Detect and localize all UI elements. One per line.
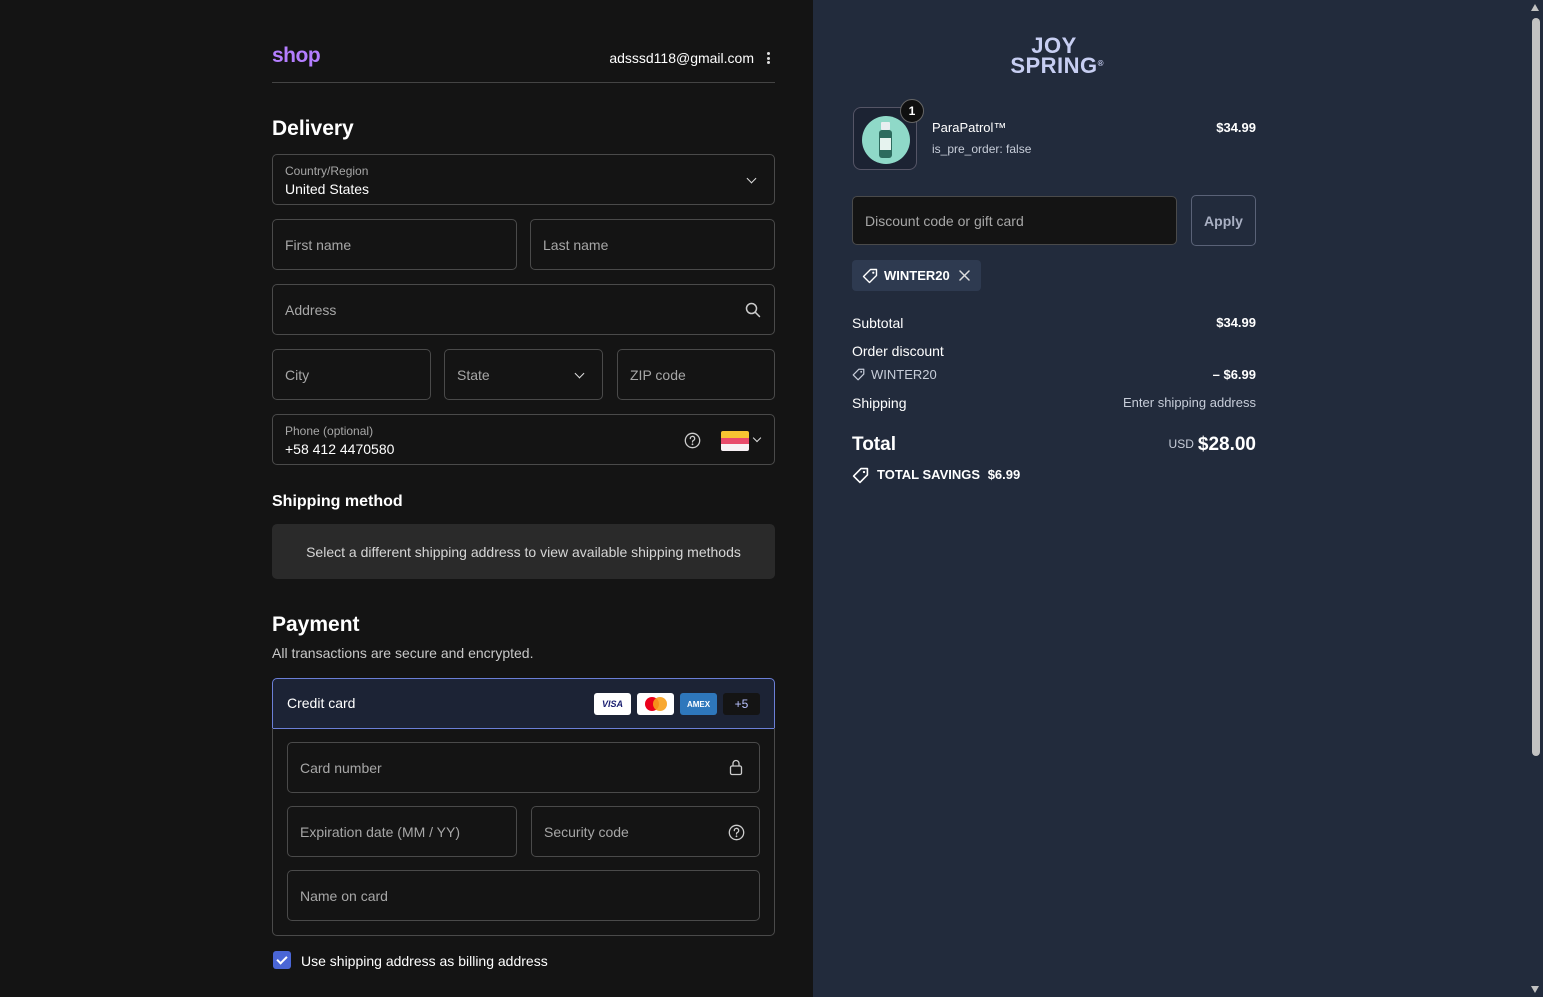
security-code-placeholder: Security code	[544, 823, 629, 840]
name-on-card-field[interactable]: Name on card	[287, 870, 760, 921]
country-select[interactable]: Country/Region United States	[272, 154, 775, 205]
credit-card-label: Credit card	[287, 695, 356, 711]
card-number-placeholder: Card number	[300, 759, 382, 776]
visa-logo: VISA	[594, 693, 631, 715]
scrollbar-thumb[interactable]	[1532, 18, 1540, 756]
phone-value: +58 412 4470580	[285, 441, 395, 457]
city-placeholder: City	[285, 366, 310, 383]
scroll-up-arrow-icon[interactable]	[1531, 4, 1539, 11]
shipping-label: Shipping	[852, 395, 907, 411]
savings-tag-icon	[852, 467, 869, 484]
chevron-down-icon	[746, 173, 757, 184]
discount-code-placeholder: Discount code or gift card	[865, 213, 1024, 229]
tag-icon	[852, 368, 865, 381]
product-price: $34.99	[1216, 120, 1256, 135]
flag-icon[interactable]	[721, 431, 749, 451]
address-placeholder: Address	[285, 301, 337, 318]
product-meta: is_pre_order: false	[932, 142, 1032, 156]
total-savings-value: $6.99	[987, 467, 1021, 482]
order-summary-panel	[813, 0, 1528, 997]
subtotal-label: Subtotal	[852, 315, 904, 331]
lock-icon	[729, 759, 743, 776]
billing-checkbox-label[interactable]: Use shipping address as billing address	[301, 953, 548, 969]
account-email: adsssd118@gmail.com	[609, 50, 754, 66]
expiration-placeholder: Expiration date (MM / YY)	[300, 823, 461, 840]
zip-field[interactable]: ZIP code	[617, 349, 775, 400]
scroll-down-arrow-icon[interactable]	[1531, 986, 1539, 993]
last-name-field[interactable]: Last name	[530, 219, 775, 270]
chevron-down-icon	[574, 368, 585, 379]
checkout-form-panel: shop adsssd118@gmail.com Delivery Countr…	[0, 0, 813, 997]
first-name-field[interactable]: First name	[272, 219, 517, 270]
discount-code-input[interactable]: Discount code or gift card	[852, 196, 1177, 245]
page-scrollbar[interactable]	[1528, 0, 1543, 997]
shop-logo[interactable]: shop	[272, 44, 321, 68]
total-label: Total	[852, 434, 896, 455]
payment-title: Payment	[272, 613, 360, 636]
state-placeholder: State	[457, 366, 490, 383]
kebab-menu-icon[interactable]	[763, 50, 773, 66]
product-quantity-badge: 1	[900, 99, 924, 123]
credit-card-form: Card number Expiration date (MM / YY) Se…	[272, 728, 775, 936]
card-number-field[interactable]: Card number	[287, 742, 760, 793]
total-savings: TOTAL SAVINGS $6.99	[877, 467, 1020, 482]
tag-icon	[862, 268, 878, 284]
mastercard-logo	[637, 693, 674, 715]
search-icon[interactable]	[745, 302, 761, 318]
state-select[interactable]: State	[444, 349, 603, 400]
total-amount: USD $28.00	[1120, 434, 1256, 456]
expiration-field[interactable]: Expiration date (MM / YY)	[287, 806, 517, 857]
shipping-method-notice: Select a different shipping address to v…	[272, 524, 775, 579]
delivery-title: Delivery	[272, 117, 354, 140]
phone-label: Phone (optional)	[285, 424, 374, 438]
help-circle-icon[interactable]	[728, 824, 745, 841]
total-savings-label: TOTAL SAVINGS	[877, 467, 981, 482]
address-field[interactable]: Address	[272, 284, 775, 335]
header-divider	[272, 82, 775, 83]
order-discount-value: – $6.99	[1212, 367, 1256, 382]
city-field[interactable]: City	[272, 349, 431, 400]
zip-placeholder: ZIP code	[630, 366, 686, 383]
shipping-value: Enter shipping address	[1123, 395, 1256, 410]
applied-discount-code: WINTER20	[884, 268, 950, 283]
subtotal-value: $34.99	[1216, 315, 1256, 330]
payment-subtitle: All transactions are secure and encrypte…	[272, 645, 534, 661]
security-code-field[interactable]: Security code	[531, 806, 760, 857]
more-cards-badge: +5	[723, 693, 760, 715]
total-currency: USD	[1168, 437, 1194, 451]
last-name-placeholder: Last name	[543, 236, 609, 253]
phone-field[interactable]: Phone (optional) +58 412 4470580	[272, 414, 775, 465]
total-value: $28.00	[1197, 434, 1256, 455]
credit-card-option[interactable]: Credit card VISA AMEX +5	[272, 678, 775, 729]
apply-discount-button[interactable]: Apply	[1191, 195, 1256, 246]
country-value: United States	[285, 181, 370, 197]
brand-registered-mark: ®	[1097, 59, 1105, 68]
order-discount-code: WINTER20	[871, 367, 937, 382]
product-name: ParaPatrol™	[932, 120, 1007, 135]
billing-checkbox[interactable]	[273, 951, 291, 969]
amex-logo: AMEX	[680, 693, 717, 715]
country-label: Country/Region	[285, 164, 369, 178]
applied-discount-chip: WINTER20	[852, 260, 981, 291]
order-discount-label: Order discount	[852, 343, 944, 359]
first-name-placeholder: First name	[285, 236, 352, 253]
name-on-card-placeholder: Name on card	[300, 887, 388, 904]
shipping-method-title: Shipping method	[272, 493, 403, 510]
brand-logo-line2: SPRING	[1010, 53, 1098, 78]
close-icon[interactable]	[959, 270, 970, 281]
brand-logo[interactable]: JOY SPRING ®	[1003, 35, 1105, 78]
chevron-down-icon[interactable]	[752, 433, 762, 443]
help-circle-icon[interactable]	[684, 432, 701, 449]
